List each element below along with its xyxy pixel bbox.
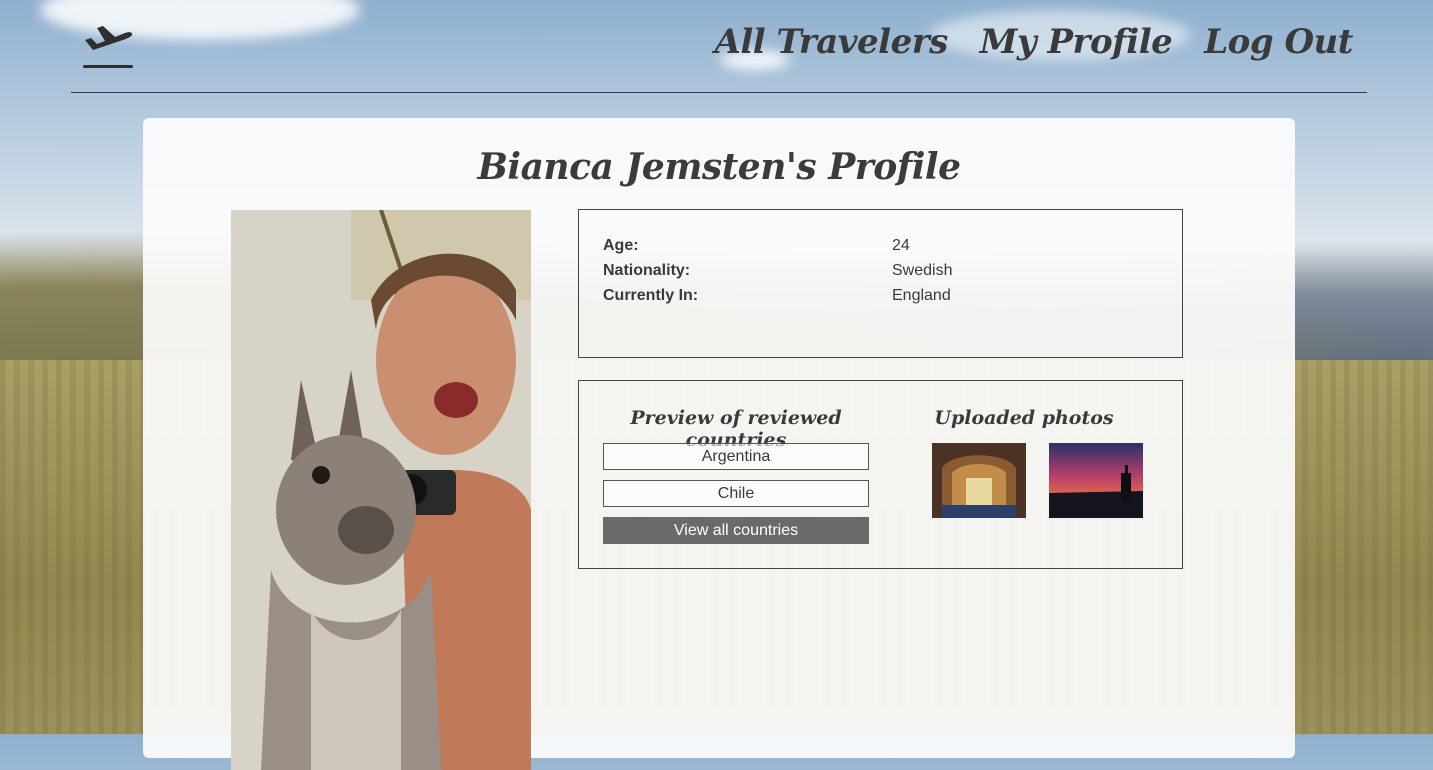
plane-takeoff-icon[interactable] <box>83 20 133 68</box>
nationality-value: Swedish <box>892 262 953 279</box>
current-location-label: Currently In: <box>603 287 699 304</box>
profile-photo <box>231 210 531 770</box>
main-nav: All Travelers My Profile Log Out <box>714 22 1353 62</box>
current-location-value: England <box>892 287 951 304</box>
view-all-countries-button[interactable]: View all countries <box>603 517 869 544</box>
country-argentina[interactable]: Argentina <box>603 443 869 470</box>
page-title: Bianca Jemsten's Profile <box>477 146 962 188</box>
top-navigation-bar: All Travelers My Profile Log Out <box>71 0 1367 93</box>
uploaded-photo-thumbnail[interactable] <box>932 443 1026 518</box>
profile-info-box: Age: 24 Nationality: Swedish Currently I… <box>578 209 1183 358</box>
nav-my-profile[interactable]: My Profile <box>980 22 1173 62</box>
uploaded-photo-thumbnail[interactable] <box>1049 443 1143 518</box>
uploaded-photos-heading: Uploaded photos <box>934 407 1114 429</box>
logo-underline <box>83 65 133 68</box>
profile-card: Bianca Jemsten's Profile Age: 24 Nationa… <box>143 118 1295 770</box>
age-label: Age: <box>603 237 639 254</box>
age-value: 24 <box>892 237 910 254</box>
country-chile[interactable]: Chile <box>603 480 869 507</box>
nav-log-out[interactable]: Log Out <box>1204 22 1353 62</box>
countries-photos-box: Preview of reviewed countries Argentina … <box>578 380 1183 569</box>
nav-all-travelers[interactable]: All Travelers <box>714 22 948 62</box>
nationality-label: Nationality: <box>603 262 691 279</box>
